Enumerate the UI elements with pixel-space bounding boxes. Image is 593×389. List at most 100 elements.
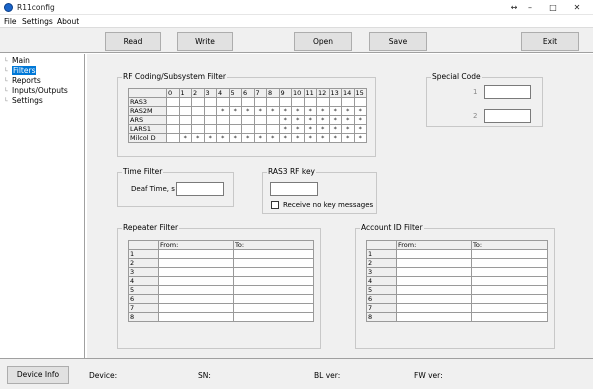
rf-filter-cell[interactable] xyxy=(203,97,217,107)
rf-filter-cell[interactable] xyxy=(228,124,242,134)
rf-filter-cell[interactable]: * xyxy=(241,133,255,143)
rf-filter-cell[interactable]: * xyxy=(316,133,330,143)
rf-filter-cell[interactable]: * xyxy=(278,124,292,134)
rf-filter-cell[interactable] xyxy=(191,106,205,116)
from-cell[interactable] xyxy=(158,258,234,268)
rf-filter-cell[interactable]: * xyxy=(278,115,292,125)
rf-filter-cell[interactable] xyxy=(266,97,280,107)
rf-filter-cell[interactable]: * xyxy=(228,106,242,116)
rf-filter-cell[interactable] xyxy=(203,106,217,116)
rf-filter-cell[interactable] xyxy=(178,97,192,107)
device-info-button[interactable]: Device Info xyxy=(7,366,69,384)
to-cell[interactable] xyxy=(471,312,548,322)
rf-filter-cell[interactable] xyxy=(241,115,255,125)
from-cell[interactable] xyxy=(158,285,234,295)
rf-filter-cell[interactable] xyxy=(228,115,242,125)
to-cell[interactable] xyxy=(233,258,314,268)
rf-filter-cell[interactable] xyxy=(178,115,192,125)
from-cell[interactable] xyxy=(396,258,472,268)
from-cell[interactable] xyxy=(396,303,472,313)
menu-settings[interactable]: Settings xyxy=(22,17,53,26)
rf-filter-cell[interactable]: * xyxy=(353,133,367,143)
tree-item-settings[interactable]: └ Settings xyxy=(4,96,43,105)
rf-filter-cell[interactable]: * xyxy=(216,133,230,143)
from-cell[interactable] xyxy=(158,303,234,313)
from-cell[interactable] xyxy=(396,249,472,259)
rf-filter-cell[interactable]: * xyxy=(303,133,317,143)
rf-filter-cell[interactable] xyxy=(166,124,180,134)
rf-filter-cell[interactable]: * xyxy=(303,106,317,116)
rf-filter-cell[interactable]: * xyxy=(178,133,192,143)
save-button[interactable]: Save xyxy=(369,32,427,51)
rf-filter-cell[interactable]: * xyxy=(353,106,367,116)
rf-filter-cell[interactable]: * xyxy=(303,124,317,134)
to-cell[interactable] xyxy=(471,285,548,295)
rf-filter-cell[interactable] xyxy=(253,124,267,134)
rf-filter-cell[interactable]: * xyxy=(341,124,355,134)
rf-filter-cell[interactable]: * xyxy=(316,115,330,125)
to-cell[interactable] xyxy=(233,249,314,259)
open-button[interactable]: Open xyxy=(294,32,352,51)
from-cell[interactable] xyxy=(158,249,234,259)
rf-filter-cell[interactable] xyxy=(228,97,242,107)
rf-filter-cell[interactable] xyxy=(303,97,317,107)
tree-item-filters[interactable]: └ Filters xyxy=(4,66,37,75)
rf-filter-cell[interactable]: * xyxy=(328,106,342,116)
rf-filter-cell[interactable] xyxy=(316,97,330,107)
menu-file[interactable]: File xyxy=(4,17,17,26)
rf-filter-cell[interactable]: * xyxy=(353,124,367,134)
to-cell[interactable] xyxy=(233,303,314,313)
rf-filter-cell[interactable] xyxy=(191,97,205,107)
close-button[interactable]: ✕ xyxy=(569,2,585,13)
rf-key-input[interactable] xyxy=(270,182,318,196)
rf-filter-cell[interactable]: * xyxy=(191,133,205,143)
from-cell[interactable] xyxy=(396,294,472,304)
rf-filter-cell[interactable]: * xyxy=(291,124,305,134)
to-cell[interactable] xyxy=(471,267,548,277)
rf-filter-cell[interactable]: * xyxy=(341,133,355,143)
to-cell[interactable] xyxy=(471,294,548,304)
rf-filter-cell[interactable] xyxy=(253,97,267,107)
rf-filter-cell[interactable] xyxy=(241,97,255,107)
tree-item-main[interactable]: └ Main xyxy=(4,56,30,65)
rf-filter-cell[interactable] xyxy=(191,124,205,134)
rf-filter-cell[interactable] xyxy=(253,115,267,125)
rf-filter-cell[interactable]: * xyxy=(291,115,305,125)
rf-filter-cell[interactable]: * xyxy=(253,106,267,116)
rf-filter-cell[interactable] xyxy=(291,97,305,107)
rf-filter-cell[interactable]: * xyxy=(341,106,355,116)
rf-filter-cell[interactable]: * xyxy=(328,124,342,134)
to-cell[interactable] xyxy=(233,267,314,277)
rf-filter-cell[interactable] xyxy=(328,97,342,107)
rf-filter-cell[interactable]: * xyxy=(328,115,342,125)
from-cell[interactable] xyxy=(158,267,234,277)
from-cell[interactable] xyxy=(396,276,472,286)
rf-filter-cell[interactable] xyxy=(216,124,230,134)
to-cell[interactable] xyxy=(233,294,314,304)
rf-filter-cell[interactable]: * xyxy=(303,115,317,125)
to-cell[interactable] xyxy=(471,258,548,268)
from-cell[interactable] xyxy=(158,312,234,322)
rf-filter-cell[interactable] xyxy=(341,97,355,107)
from-cell[interactable] xyxy=(158,276,234,286)
to-cell[interactable] xyxy=(233,276,314,286)
to-cell[interactable] xyxy=(233,285,314,295)
from-cell[interactable] xyxy=(396,312,472,322)
write-button[interactable]: Write xyxy=(177,32,233,51)
tree-item-reports[interactable]: └ Reports xyxy=(4,76,41,85)
rf-filter-cell[interactable]: * xyxy=(278,133,292,143)
rf-filter-cell[interactable]: * xyxy=(278,106,292,116)
rf-filter-cell[interactable]: * xyxy=(353,115,367,125)
rf-filter-cell[interactable] xyxy=(353,97,367,107)
minimize-button[interactable]: – xyxy=(522,2,538,13)
deaf-time-input[interactable] xyxy=(176,182,224,196)
restore-arrows-icon[interactable]: ↔ xyxy=(506,2,522,13)
special-code-input-2[interactable] xyxy=(484,109,531,123)
rf-filter-cell[interactable]: * xyxy=(203,133,217,143)
rf-filter-cell[interactable] xyxy=(166,115,180,125)
rf-filter-cell[interactable]: * xyxy=(291,133,305,143)
rf-filter-cell[interactable] xyxy=(178,124,192,134)
rf-filter-cell[interactable]: * xyxy=(291,106,305,116)
to-cell[interactable] xyxy=(471,303,548,313)
read-button[interactable]: Read xyxy=(105,32,161,51)
